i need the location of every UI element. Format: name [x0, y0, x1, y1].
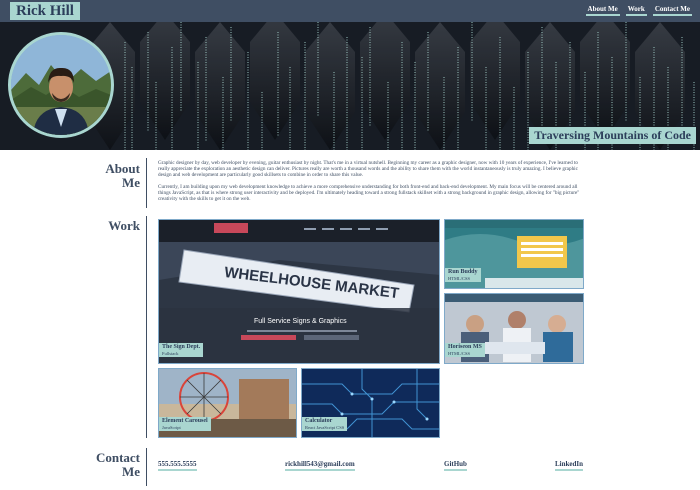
- project-title: Calculator: [305, 418, 333, 424]
- contact-phone[interactable]: 555.555.5555: [158, 460, 197, 471]
- project-tech: JavaScript: [162, 425, 181, 430]
- nav-link-contact[interactable]: Contact Me: [652, 4, 692, 16]
- project-card-run-buddy[interactable]: Run Buddy HTML/CSS: [444, 219, 584, 289]
- work-heading: Work: [108, 218, 140, 233]
- project-label: Calculator React JavaScript CSS: [302, 417, 348, 431]
- contact-email[interactable]: rickhill543@gmail.com: [285, 460, 355, 471]
- nav-link-work[interactable]: Work: [625, 4, 647, 16]
- contact-divider: [146, 448, 147, 486]
- contact-heading-line2: Me: [121, 464, 140, 479]
- contact-heading-line1: Contact: [95, 450, 140, 465]
- about-divider: [146, 158, 147, 208]
- about-content: Graphic designer by day, web developer b…: [158, 160, 588, 207]
- project-title: Element Carousel: [162, 418, 208, 424]
- work-divider: [146, 216, 147, 438]
- project-label: Horiseon MS HTML/CSS: [445, 343, 485, 357]
- project-title: The Sign Dept.: [162, 344, 201, 350]
- sign-site-headline: Full Service Signs & Graphics: [254, 318, 347, 325]
- project-tech: HTML/CSS: [448, 276, 471, 281]
- project-card-horiseon[interactable]: Horiseon MS HTML/CSS: [444, 293, 584, 364]
- project-card-element-carousel[interactable]: Element Carousel JavaScript: [158, 368, 297, 438]
- brand-name[interactable]: Rick Hill: [10, 2, 80, 20]
- portrait-illustration: [11, 35, 111, 135]
- project-card-sign-dept[interactable]: WHEELHOUSE MARKET Full Service Signs & G…: [158, 219, 440, 364]
- project-label: Run Buddy HTML/CSS: [445, 268, 481, 282]
- project-tech: HTML/CSS: [448, 351, 471, 356]
- contact-github[interactable]: GitHub: [444, 460, 467, 471]
- project-label: The Sign Dept. Fullstack: [159, 343, 204, 357]
- project-card-calculator[interactable]: Calculator React JavaScript CSS: [301, 368, 440, 438]
- hero-banner: Traversing Mountains of Code: [0, 22, 700, 150]
- about-heading: About Me: [90, 162, 140, 190]
- contact-heading: Contact Me: [86, 451, 140, 479]
- profile-photo: [8, 32, 114, 138]
- project-title: Horiseon MS: [448, 344, 482, 350]
- project-tech: Fullstack: [162, 351, 179, 356]
- about-paragraph-2: Currently, I am building upon my web dev…: [158, 183, 580, 203]
- nav-link-about[interactable]: About Me: [585, 4, 620, 16]
- hero-tagline: Traversing Mountains of Code: [529, 127, 696, 144]
- project-tech: React JavaScript CSS: [305, 425, 345, 430]
- top-nav-bar: Rick Hill About Me Work Contact Me: [0, 0, 700, 22]
- about-heading-line2: Me: [121, 175, 140, 190]
- contact-linkedin[interactable]: LinkedIn: [555, 460, 584, 471]
- main-nav: About Me Work Contact Me: [585, 4, 692, 16]
- about-paragraph-1: Graphic designer by day, web developer b…: [158, 160, 578, 179]
- project-title: Run Buddy: [448, 269, 478, 275]
- about-heading-line1: About: [105, 161, 140, 176]
- project-label: Element Carousel JavaScript: [159, 417, 211, 431]
